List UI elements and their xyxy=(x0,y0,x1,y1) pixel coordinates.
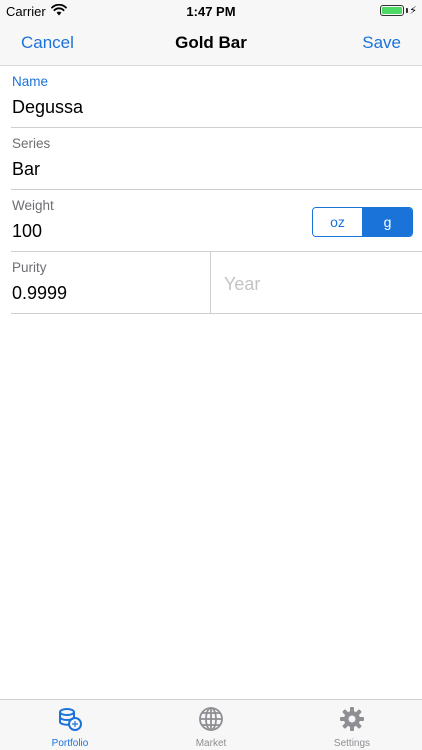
weight-value[interactable]: 100 xyxy=(12,221,42,242)
divider xyxy=(11,127,422,128)
charging-bolt-icon: ⚡︎ xyxy=(409,5,417,17)
vertical-divider xyxy=(210,251,211,313)
gear-icon xyxy=(340,707,364,731)
battery-icon xyxy=(380,5,404,16)
battery-tip xyxy=(406,8,408,13)
series-value[interactable]: Bar xyxy=(12,159,40,180)
divider xyxy=(11,313,422,314)
page-title: Gold Bar xyxy=(175,33,247,52)
tab-market[interactable]: Market xyxy=(141,700,281,750)
globe-icon xyxy=(199,707,223,731)
save-button[interactable]: Save xyxy=(362,33,401,53)
navigation-bar: Cancel Gold Bar Save xyxy=(0,22,422,66)
tab-settings-label: Settings xyxy=(333,738,371,749)
purity-value[interactable]: 0.9999 xyxy=(12,283,67,304)
name-value[interactable]: Degussa xyxy=(12,97,83,118)
weight-label: Weight xyxy=(12,198,54,213)
tab-bar: Portfolio Market Settings xyxy=(0,699,422,750)
year-input[interactable] xyxy=(224,274,404,295)
unit-oz-segment[interactable]: oz xyxy=(313,208,363,236)
series-label: Series xyxy=(12,136,51,151)
divider xyxy=(11,251,422,252)
name-label: Name xyxy=(12,74,49,89)
divider xyxy=(11,189,422,190)
tab-portfolio-label: Portfolio xyxy=(51,738,89,749)
status-bar: Carrier 1:47 PM ⚡︎ xyxy=(0,0,422,22)
tab-settings[interactable]: Settings xyxy=(282,700,422,750)
unit-g-segment[interactable]: g xyxy=(363,208,412,236)
tab-portfolio[interactable]: Portfolio xyxy=(0,700,140,750)
coins-icon xyxy=(59,708,82,731)
unit-segmented-control[interactable]: oz g xyxy=(312,207,413,237)
purity-label: Purity xyxy=(12,260,47,275)
status-time: 1:47 PM xyxy=(186,4,236,19)
tab-market-label: Market xyxy=(195,738,227,749)
